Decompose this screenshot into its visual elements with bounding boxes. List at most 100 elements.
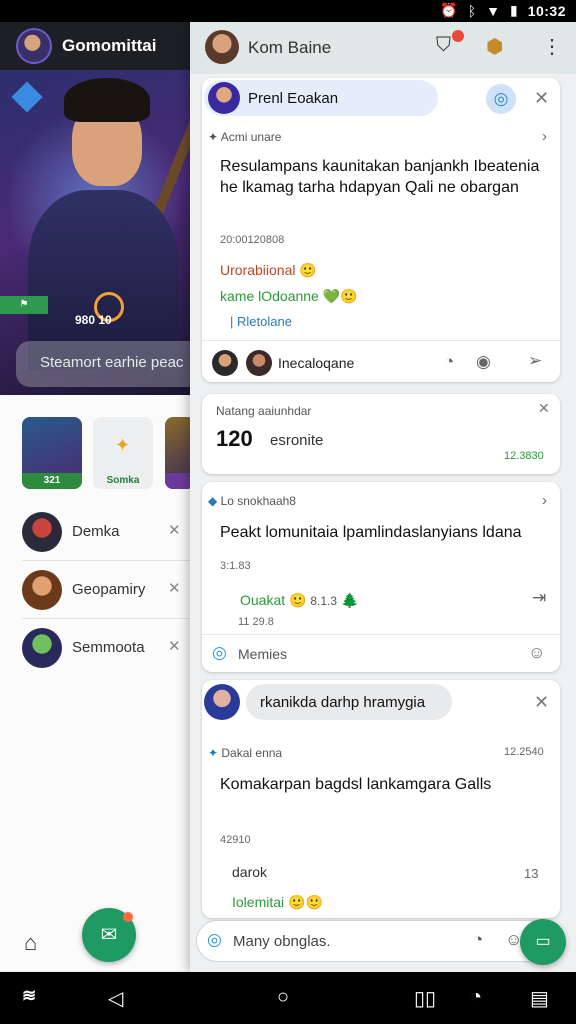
memo-icon[interactable]: ◎ xyxy=(212,643,227,663)
wifi-icon: ▼ xyxy=(486,2,500,19)
close-icon[interactable]: ✕ xyxy=(534,88,549,109)
apps-icon[interactable]: ≋ xyxy=(22,986,36,1006)
gem-icon xyxy=(11,81,43,113)
message-input[interactable]: ◎ Many obnglas. ◔ ☺ xyxy=(196,920,552,962)
author-pill[interactable]: rkanikda darhp hramygia xyxy=(246,684,452,720)
tag-line: Urorabiional 🙂 xyxy=(220,262,317,278)
camera-icon[interactable]: ◎ xyxy=(207,930,222,950)
chevron-right-icon[interactable]: › xyxy=(542,492,547,509)
tile-label: Somka xyxy=(93,473,153,489)
stat-label: Natang aaiunhdar xyxy=(216,404,312,418)
tile-1[interactable]: 321 xyxy=(22,417,82,489)
badge-icon[interactable]: ⬢ xyxy=(486,34,503,59)
close-icon[interactable]: ✕ xyxy=(168,579,181,597)
author-pill[interactable]: Prenl Eoakan xyxy=(204,80,438,116)
post-body: Peakt lomunitaia lpamlindaslanyians ldan… xyxy=(220,524,522,541)
post-timestamp: 20:00120808 xyxy=(220,234,285,246)
battery-icon: ▮ xyxy=(509,2,518,18)
post-card: ◆ Lo snokhaah8 › Peakt lomunitaia lpamli… xyxy=(202,482,560,672)
profile-avatar[interactable] xyxy=(16,28,52,64)
avatar xyxy=(246,350,272,376)
chat-avatar[interactable] xyxy=(205,30,239,64)
left-content: 321 ✦ Somka Demka ✕ Geopamiry ✕ Semmoota… xyxy=(0,395,195,971)
emoji-icon[interactable]: ☺ xyxy=(528,643,545,663)
flag-icon: ⚑ xyxy=(0,296,48,314)
post-footer: Inecaloqane ◔ ◉ ➢ xyxy=(202,340,560,382)
close-icon[interactable]: ✕ xyxy=(538,400,550,417)
profile-name: Gomomittai xyxy=(62,36,157,55)
chat-panel: Kom Baine ⛉ ⬢ ⋮ Prenl Eoakan ◎ ✕ ✦ Acmi … xyxy=(190,22,576,972)
close-icon[interactable]: ✕ xyxy=(168,521,181,539)
new-message-button[interactable]: ▭ xyxy=(520,919,566,965)
avatar xyxy=(208,82,240,114)
stat-card: Natang aaiunhdar ✕ 120 esronite 12.3830 xyxy=(202,394,560,474)
chat-icon: ✉ xyxy=(100,924,118,946)
status-bar: ⏰ ᛒ ▼ ▮ 10:32 xyxy=(0,0,576,22)
record-icon[interactable]: ◉ xyxy=(476,352,491,372)
timer-icon[interactable]: ◔ xyxy=(473,930,483,950)
post-meta: ✦ Acmi unare xyxy=(208,130,282,144)
list-item[interactable]: Semmoota ✕ xyxy=(0,619,190,677)
recents-icon[interactable]: ▯▯ xyxy=(414,986,436,1011)
hero-stat: 980 10 xyxy=(75,313,112,327)
alarm-icon: ⏰ xyxy=(440,2,458,18)
stat-value: 120 xyxy=(216,426,253,451)
screen-icon[interactable]: ▤ xyxy=(530,986,549,1011)
post-time: 12.2540 xyxy=(504,746,544,758)
compose-fab-button[interactable]: ✉ xyxy=(82,908,136,962)
author-name: rkanikda darhp hramygia xyxy=(260,694,426,711)
left-search-input[interactable]: Steamort earhie peac xyxy=(16,341,190,387)
list-item[interactable]: Geopamiry ✕ xyxy=(0,561,190,619)
refresh-icon[interactable]: ◎ xyxy=(486,84,516,114)
tile-2[interactable]: ✦ Somka xyxy=(93,417,153,489)
forward-icon[interactable]: ⇥ xyxy=(532,588,546,608)
post-number: 13 xyxy=(524,866,539,881)
home-nav-icon[interactable]: ○ xyxy=(277,986,289,1009)
post-number: 3:1.83 xyxy=(220,560,251,572)
post-card: rkanikda darhp hramygia ✕ ✦ Dakal enna 1… xyxy=(202,680,560,918)
tag-line: Ouakat 🙂 8.1.3 🌲 xyxy=(240,592,359,608)
post-meta: ◆ Lo snokhaah8 xyxy=(208,494,296,508)
author-name: Prenl Eoakan xyxy=(248,90,339,107)
back-icon[interactable]: ◁ xyxy=(108,986,123,1011)
chat-title: Kom Baine xyxy=(248,38,332,57)
avatar xyxy=(22,512,62,552)
avatar xyxy=(204,684,240,720)
left-header: Gomomittai xyxy=(0,22,190,70)
close-icon[interactable]: ✕ xyxy=(534,692,549,713)
close-icon[interactable]: ✕ xyxy=(168,637,181,655)
send-icon[interactable]: ➢ xyxy=(528,351,542,371)
timer-nav-icon[interactable]: ◔ xyxy=(470,986,482,1009)
status-time: 10:32 xyxy=(527,2,566,19)
list-item-name: Semmoota xyxy=(72,639,145,656)
list-item-name: Demka xyxy=(72,523,120,540)
stat-status: 12.3830 xyxy=(504,450,544,462)
footer-label: Memies xyxy=(238,646,288,662)
message-placeholder: Many obnglas. xyxy=(233,933,331,950)
bluetooth-icon: ᛒ xyxy=(467,2,477,19)
avatar xyxy=(22,570,62,610)
post-meta: ✦ Dakal enna xyxy=(208,746,283,760)
home-icon[interactable]: ⌂ xyxy=(24,930,37,956)
tile-label: 321 xyxy=(22,473,82,489)
avatar xyxy=(212,350,238,376)
post-card: Prenl Eoakan ◎ ✕ ✦ Acmi unare › Resulamp… xyxy=(202,78,560,382)
tag-line: kame lOdoanne 💚🙂 xyxy=(220,288,358,304)
notification-badge xyxy=(452,30,464,42)
list-item-name: Geopamiry xyxy=(72,581,146,598)
tag-line: Iolemitai 🙂🙂 xyxy=(232,894,323,910)
post-number: 42910 xyxy=(220,834,251,846)
shield-icon[interactable]: ⛉ xyxy=(436,34,451,57)
post-body: Resulampans kaunitakan banjankh Ibeateni… xyxy=(220,158,540,196)
post-number: 11 29.8 xyxy=(238,616,274,628)
footer-name: Inecaloqane xyxy=(278,355,355,371)
navigation-bar: ≋ ◁ ○ ▯▯ ◔ ▤ xyxy=(0,972,576,1024)
tag-line: | Rletolane xyxy=(230,314,292,329)
timer-icon[interactable]: ◔ xyxy=(444,352,454,372)
more-vert-icon[interactable]: ⋮ xyxy=(542,34,562,59)
chevron-right-icon[interactable]: › xyxy=(542,128,547,145)
list-item[interactable]: Demka ✕ xyxy=(0,503,190,561)
post-footer: ◎ Memies ☺ xyxy=(202,634,560,672)
window-icon: ▭ xyxy=(535,933,551,950)
hero-banner[interactable]: ⚑ 980 10 Steamort earhie peac xyxy=(0,70,190,395)
